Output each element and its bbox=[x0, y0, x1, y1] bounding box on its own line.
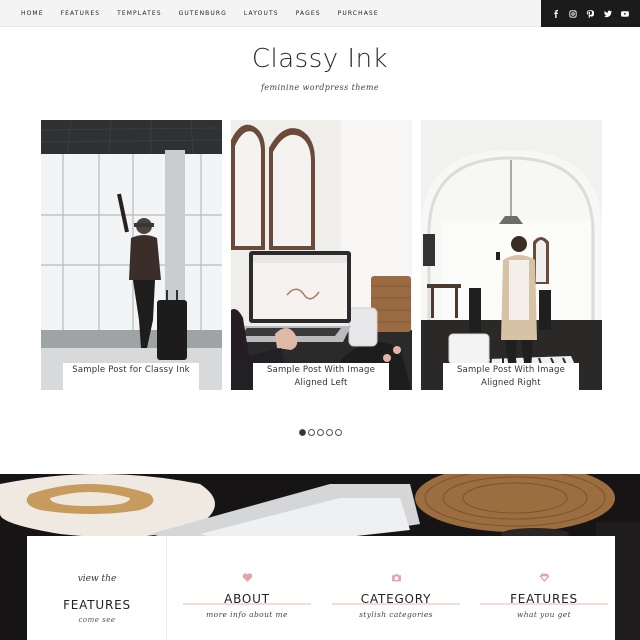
slide-3-caption[interactable]: Sample Post With Image Aligned Right bbox=[443, 363, 579, 390]
slider-dot-2[interactable] bbox=[307, 429, 315, 436]
diamond-icon bbox=[539, 573, 549, 582]
features-script-heading: view the bbox=[77, 574, 117, 584]
feature-card-features[interactable]: FEATURES what you get bbox=[480, 536, 608, 640]
nav-item-purchase[interactable]: PURCHASE bbox=[338, 10, 379, 17]
features-subheading: come see bbox=[78, 616, 116, 624]
slider-dot-5[interactable] bbox=[334, 429, 342, 436]
heart-icon bbox=[242, 573, 252, 582]
instagram-icon[interactable] bbox=[567, 8, 579, 20]
site-tagline: feminine wordpress theme bbox=[260, 83, 380, 92]
slide-1-caption[interactable]: Sample Post for Classy Ink bbox=[63, 363, 199, 390]
camera-icon bbox=[391, 574, 401, 582]
facebook-icon[interactable] bbox=[550, 8, 562, 20]
slider-dot-4[interactable] bbox=[325, 429, 333, 436]
site-title[interactable]: Classy Ink bbox=[0, 44, 640, 74]
feature-card-category[interactable]: CATEGORY stylish categories bbox=[332, 536, 460, 640]
feature-card-underline bbox=[332, 603, 460, 605]
feature-card-subtitle: more info about me bbox=[206, 610, 288, 619]
slide-3[interactable]: Sample Post With Image Aligned Right bbox=[421, 120, 602, 390]
nav-item-home[interactable]: HOME bbox=[21, 10, 44, 17]
feature-card-subtitle: stylish categories bbox=[359, 610, 433, 619]
top-navigation-bar: HOME FEATURES TEMPLATES GUTENBURG LAYOUT… bbox=[0, 0, 640, 27]
pinterest-icon[interactable] bbox=[584, 8, 596, 20]
nav-item-templates[interactable]: TEMPLATES bbox=[117, 10, 162, 17]
slider-dot-1[interactable] bbox=[298, 429, 306, 436]
twitter-icon[interactable] bbox=[602, 8, 614, 20]
features-intro: view the FEATURES come see bbox=[27, 536, 167, 640]
slide-1[interactable]: Sample Post for Classy Ink bbox=[41, 120, 222, 390]
feature-card-underline bbox=[480, 603, 608, 605]
slide-2-image bbox=[231, 120, 412, 390]
slider-dot-3[interactable] bbox=[316, 429, 324, 436]
features-panel: view the FEATURES come see ABOUT more in… bbox=[27, 536, 615, 640]
social-links bbox=[541, 0, 640, 27]
slide-2[interactable]: Sample Post With Image Aligned Left bbox=[231, 120, 412, 390]
slide-1-image bbox=[41, 120, 222, 390]
nav-item-pages[interactable]: PAGES bbox=[296, 10, 321, 17]
youtube-icon[interactable] bbox=[619, 8, 631, 20]
slide-2-caption[interactable]: Sample Post With Image Aligned Left bbox=[253, 363, 389, 390]
feature-card-underline bbox=[183, 603, 311, 605]
nav-item-gutenburg[interactable]: GUTENBURG bbox=[179, 10, 227, 17]
nav-item-layouts[interactable]: LAYOUTS bbox=[244, 10, 279, 17]
features-heading: FEATURES bbox=[63, 598, 131, 612]
slide-3-image bbox=[421, 120, 602, 390]
feature-card-subtitle: what you get bbox=[516, 610, 572, 619]
main-menu: HOME FEATURES TEMPLATES GUTENBURG LAYOUT… bbox=[21, 0, 396, 27]
slider-pagination bbox=[0, 429, 640, 436]
feature-card-about[interactable]: ABOUT more info about me bbox=[183, 536, 311, 640]
nav-item-features[interactable]: FEATURES bbox=[61, 10, 101, 17]
